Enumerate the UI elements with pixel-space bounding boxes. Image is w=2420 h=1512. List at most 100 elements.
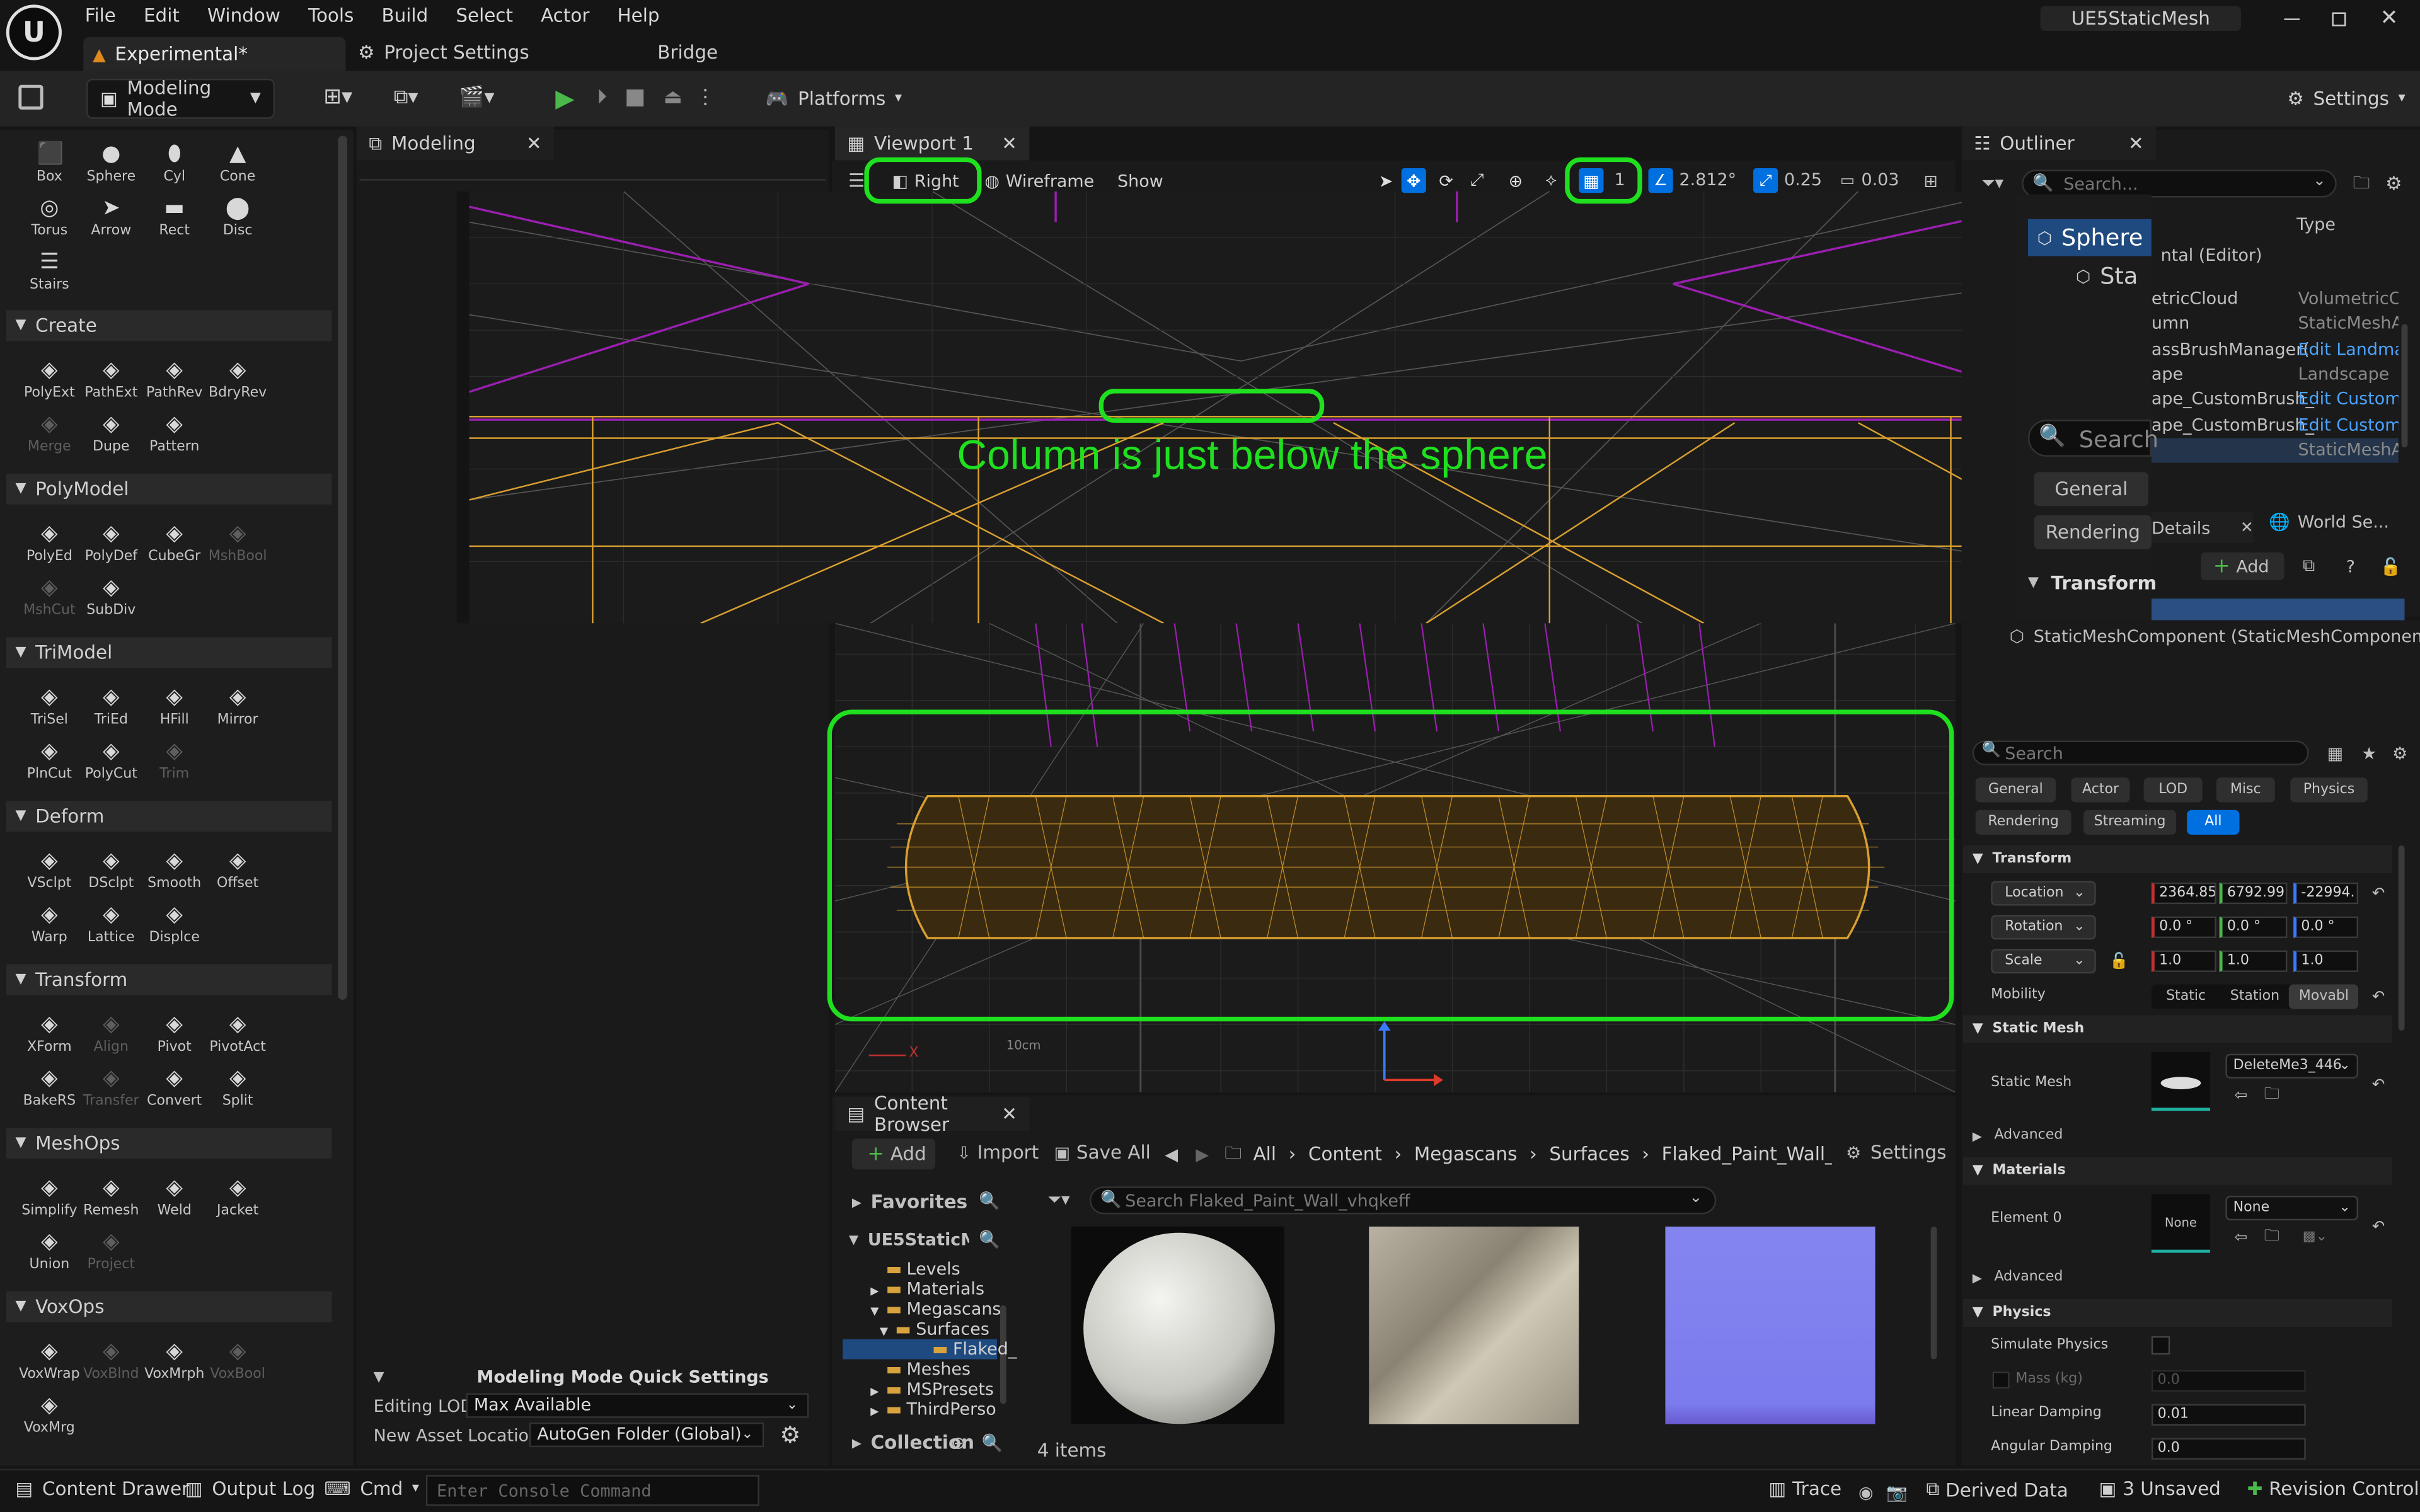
tab-experimental[interactable]: ▲ Experimental* (83, 37, 346, 71)
scale-z[interactable]: 1.0 (2293, 950, 2359, 972)
folder-flaked[interactable]: ▬ Flaked_ (843, 1339, 1017, 1360)
reset-location-icon[interactable]: ↶ (2368, 883, 2389, 904)
history-back-icon[interactable]: ◀ (1161, 1143, 1182, 1165)
tool-box[interactable]: ⬛ Box (18, 142, 80, 185)
tab-details[interactable]: Details ✕ (2151, 512, 2254, 544)
close-window-icon[interactable]: ✕ (2377, 6, 2401, 31)
scale-snap-icon[interactable]: ⤢ (1753, 168, 1778, 193)
tool-split[interactable]: ◈ Split (207, 1066, 268, 1109)
camera-speed-icon[interactable]: ▭ (1836, 169, 1858, 191)
tool-dsclpt[interactable]: ◈ DSclpt (80, 849, 142, 892)
save-all-button[interactable]: ▣ Save All (1054, 1142, 1151, 1163)
tool-voxmrph[interactable]: ◈ VoxMrph (144, 1339, 205, 1383)
tool-voxwrap[interactable]: ◈ VoxWrap (18, 1339, 80, 1383)
console-input[interactable]: Enter Console Command (425, 1475, 759, 1506)
viewport-layout-icon[interactable]: ⊞ (1920, 169, 1942, 191)
mobility-static[interactable]: Static (2152, 989, 2220, 1004)
table-view-icon[interactable]: ▦ (2324, 742, 2346, 764)
outliner-row-partial[interactable]: ntal (Editor) (2161, 245, 2262, 265)
platforms-button[interactable]: 🎮 Platforms ▾ (753, 79, 914, 119)
tab-viewport[interactable]: ▦ Viewport 1 ✕ (834, 126, 1030, 161)
details-scrollbar[interactable] (2398, 845, 2405, 1031)
tool-trisel[interactable]: ◈ TriSel (18, 685, 80, 728)
tool-disc[interactable]: ⬤ Disc (207, 196, 268, 239)
outliner-row[interactable]: assBrushManager(Edit Landma (2152, 339, 2399, 364)
section-voxops[interactable]: ▼ VoxOps (6, 1291, 332, 1322)
asset-filter-icon[interactable]: ⏷▾ (1037, 1189, 1081, 1211)
asset-location-select[interactable]: AutoGen Folder (Global) ⌄ (529, 1422, 764, 1448)
eject-icon[interactable]: ⏏ (660, 85, 685, 110)
asset-scrollbar[interactable] (1930, 1226, 1937, 1360)
cmd-selector[interactable]: ⌨ Cmd ▾ (324, 1478, 419, 1499)
surface-snap-icon[interactable]: ⟡ (1540, 169, 1562, 191)
rotation-y[interactable]: 0.0 ° (2219, 916, 2288, 938)
quick-settings-gear-icon[interactable]: ⚙ (776, 1421, 804, 1449)
tool-polyext[interactable]: ◈ PolyExt (18, 358, 80, 401)
content-drawer-button[interactable]: ▤ Content Drawer (15, 1478, 189, 1499)
tool-weld[interactable]: ◈ Weld (144, 1176, 205, 1219)
physics-section[interactable]: ▼ Physics (1963, 1299, 2392, 1327)
breadcrumb-flaked[interactable]: Flaked_Paint_Wall_vhc (1662, 1143, 1831, 1165)
browse-icon[interactable]: 🗀 (2262, 1085, 2281, 1104)
location-x[interactable]: 2364.85 (2151, 882, 2216, 905)
stop-icon[interactable] (626, 89, 644, 106)
save-icon[interactable] (18, 84, 43, 110)
menu-actor[interactable]: Actor (527, 0, 603, 34)
favorite-star-icon[interactable]: ★ (2358, 742, 2380, 764)
folder-surfaces[interactable]: ▼ ▬ Surfaces (880, 1319, 989, 1339)
tool-tried[interactable]: ◈ TriEd (80, 685, 142, 728)
unreal-logo-icon[interactable]: U (6, 4, 62, 60)
scale-y[interactable]: 1.0 (2219, 950, 2288, 972)
tool-xform[interactable]: ◈ XForm (18, 1012, 80, 1056)
trace-button[interactable]: ▥ Trace (1769, 1478, 1842, 1499)
sphere-outliner-item[interactable]: ⬡ Sphere (2027, 219, 2152, 256)
tool-convert[interactable]: ◈ Convert (144, 1066, 205, 1109)
tool-polycut[interactable]: ◈ PolyCut (80, 739, 142, 782)
tool-subdiv[interactable]: ◈ SubDiv (80, 575, 142, 619)
tool-pivot[interactable]: ◈ Pivot (144, 1012, 205, 1056)
simulate-physics-checkbox[interactable] (2151, 1336, 2170, 1355)
tool-arrow[interactable]: ➤ Arrow (80, 196, 142, 239)
tool-cyl[interactable]: ⬮ Cyl (144, 142, 205, 185)
outliner-row[interactable]: etricCloud VolumetricCl (2152, 289, 2399, 313)
component-row[interactable]: ⬡ StaticMeshComponent (StaticMeshCompone… (2010, 626, 2420, 646)
tab-bridge[interactable]: Bridge (657, 42, 718, 63)
tool-pivotact[interactable]: ◈ PivotAct (207, 1012, 268, 1056)
mesh-editor-search[interactable]: 🔍 Search (2027, 420, 2158, 457)
advanced-expander[interactable]: ▶ Advanced (1973, 1128, 2063, 1143)
section-deform[interactable]: ▼ Deform (6, 801, 332, 832)
scale-tool-icon[interactable]: ⤢ (1466, 169, 1488, 191)
materials-section[interactable]: ▼ Materials (1963, 1157, 2392, 1185)
filter-rendering[interactable]: Rendering (1975, 810, 2071, 835)
section-transform[interactable]: ▼ Transform (6, 964, 332, 995)
static-mesh-section[interactable]: ▼ Static Mesh (1963, 1015, 2392, 1043)
close-tab-icon[interactable]: ✕ (2128, 133, 2144, 154)
filter-icon[interactable]: ⏷▾ (1973, 173, 2013, 194)
outliner-row[interactable]: ape_CustomBrush_ Edit Custom (2152, 415, 2399, 439)
project-root-header[interactable]: ▼UE5StaticMe (849, 1230, 969, 1250)
favorites-search-icon[interactable]: 🔍 (979, 1189, 1000, 1211)
rendering-tab-button[interactable]: Rendering (2034, 515, 2152, 549)
translate-tool-icon[interactable]: ✥ (1401, 168, 1426, 193)
cb-settings-button[interactable]: ⚙ Settings (1846, 1142, 1946, 1163)
wireframe-button[interactable]: ◍ Wireframe (984, 166, 1094, 194)
tool-union[interactable]: ◈ Union (18, 1230, 80, 1273)
add-component-button[interactable]: + Add (2201, 552, 2285, 580)
project-search-icon[interactable]: 🔍 (979, 1228, 1000, 1249)
menu-select[interactable]: Select (442, 0, 527, 34)
folder-levels[interactable]: ▬ Levels (870, 1259, 960, 1279)
record-icon[interactable]: ◉ (1855, 1481, 1877, 1503)
tool-plncut[interactable]: ◈ PlnCut (18, 739, 80, 782)
blueprint-icon[interactable]: ⧉▾ (383, 85, 429, 110)
output-log-button[interactable]: ▥ Output Log (185, 1478, 315, 1499)
outliner-settings-icon[interactable]: ⚙ (2383, 173, 2404, 194)
camera-icon[interactable]: 📷 (1886, 1481, 1908, 1503)
filter-misc[interactable]: Misc (2216, 777, 2275, 803)
angle-snap-icon[interactable]: ∠ (1648, 168, 1673, 193)
scale-lock-icon[interactable]: 🔓 (2108, 951, 2129, 972)
minimize-icon[interactable] (2284, 18, 2300, 20)
section-meshops[interactable]: ▼ MeshOps (6, 1128, 332, 1159)
mobility-stationary[interactable]: Station (2220, 989, 2289, 1004)
rotation-x[interactable]: 0.0 ° (2151, 916, 2216, 938)
reset-material-icon[interactable]: ↶ (2368, 1216, 2389, 1237)
